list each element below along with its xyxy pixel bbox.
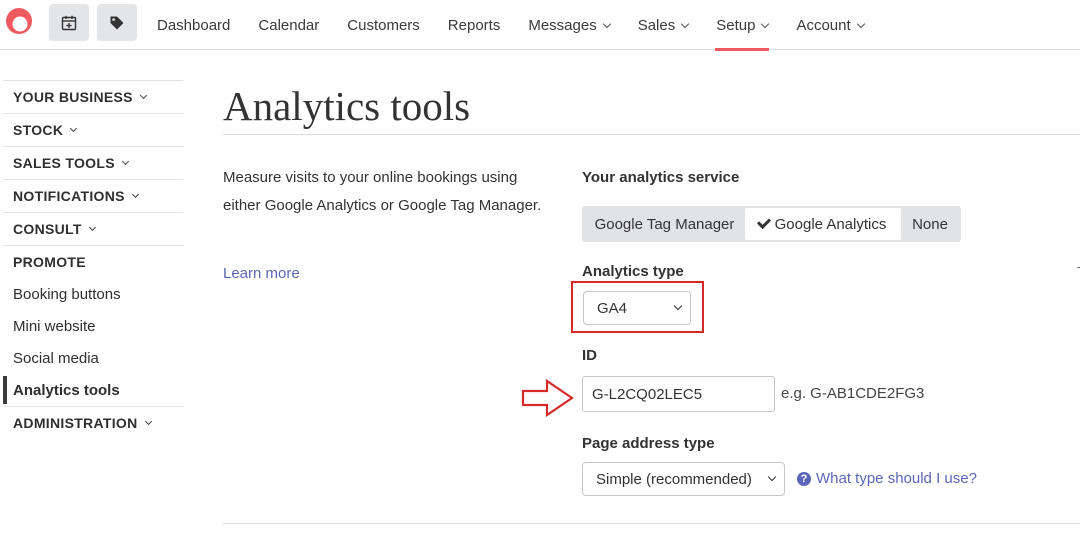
setup-sidebar: YOUR BUSINESS STOCK SALES TOOLS NOTIFICA…: [3, 80, 183, 439]
nav-customers[interactable]: Customers: [333, 0, 434, 50]
chevron-down-icon: [673, 301, 683, 311]
sidebar-section-your-business[interactable]: YOUR BUSINESS: [3, 80, 183, 113]
chevron-down-icon: [602, 19, 611, 28]
nav-reports[interactable]: Reports: [434, 0, 515, 50]
app-logo-icon[interactable]: [5, 7, 33, 35]
service-option-google-tag-manager[interactable]: Google Tag Manager: [584, 208, 745, 240]
calendar-add-icon: [61, 15, 77, 30]
sales-tag-button[interactable]: [97, 4, 137, 41]
page-address-type-select[interactable]: Simple (recommended): [582, 462, 785, 496]
sidebar-item-social-media[interactable]: Social media: [3, 342, 183, 374]
nav-account[interactable]: Account: [782, 0, 877, 50]
main-nav: Dashboard Calendar Customers Reports Mes…: [143, 0, 878, 51]
sidebar-item-mini-website[interactable]: Mini website: [3, 310, 183, 342]
bottom-divider: [223, 523, 1080, 524]
chevron-down-icon: [767, 472, 777, 482]
id-example-hint: e.g. G-AB1CDE2FG3: [781, 385, 925, 402]
sidebar-section-promote[interactable]: PROMOTE: [3, 245, 183, 278]
sidebar-section-consult[interactable]: CONSULT: [3, 212, 183, 245]
title-divider: [223, 134, 1080, 135]
chevron-down-icon: [761, 19, 770, 28]
sidebar-section-sales-tools[interactable]: SALES TOOLS: [3, 146, 183, 179]
chevron-down-icon: [88, 223, 96, 231]
page-title: Analytics tools: [223, 83, 471, 129]
nav-setup[interactable]: Setup: [702, 0, 782, 51]
chevron-down-icon: [131, 190, 139, 198]
sidebar-section-stock[interactable]: STOCK: [3, 113, 183, 146]
chevron-down-icon: [121, 157, 129, 165]
page-address-type-label: Page address type: [582, 435, 715, 452]
analytics-type-label: Analytics type: [582, 263, 684, 280]
arrow-right-icon: [521, 378, 574, 418]
id-label: ID: [582, 347, 597, 364]
question-icon: ?: [797, 471, 811, 486]
analytics-service-toggle: Google Tag Manager Google Analytics None: [582, 206, 961, 242]
tag-icon: [110, 16, 124, 29]
chevron-down-icon: [139, 91, 147, 99]
chevron-down-icon: [856, 19, 865, 28]
chevron-down-icon: [680, 19, 690, 28]
check-icon: [756, 214, 771, 230]
nav-calendar[interactable]: Calendar: [244, 0, 333, 50]
calendar-shortcut-button[interactable]: [49, 4, 89, 41]
analytics-service-label: Your analytics service: [582, 169, 740, 186]
top-navigation-bar: Dashboard Calendar Customers Reports Mes…: [0, 0, 1080, 51]
service-option-none[interactable]: None: [901, 208, 959, 240]
sidebar-item-analytics-tools[interactable]: Analytics tools: [3, 374, 183, 406]
sidebar-item-booking-buttons[interactable]: Booking buttons: [3, 278, 183, 310]
nav-dashboard[interactable]: Dashboard: [143, 0, 244, 50]
analytics-type-select[interactable]: GA4: [583, 291, 691, 325]
chevron-down-icon: [144, 417, 152, 425]
sidebar-section-administration[interactable]: ADMINISTRATION: [3, 406, 183, 439]
service-option-google-analytics[interactable]: Google Analytics: [745, 208, 901, 240]
page-description: Measure visits to your online bookings u…: [223, 169, 542, 214]
nav-sales[interactable]: Sales: [624, 0, 703, 50]
sidebar-section-notifications[interactable]: NOTIFICATIONS: [3, 179, 183, 212]
chevron-down-icon: [70, 124, 78, 132]
address-type-help-link[interactable]: ? What type should I use?: [797, 470, 977, 487]
learn-more-link[interactable]: Learn more: [223, 265, 300, 282]
analytics-id-input[interactable]: [582, 376, 775, 412]
nav-messages[interactable]: Messages: [514, 0, 623, 50]
